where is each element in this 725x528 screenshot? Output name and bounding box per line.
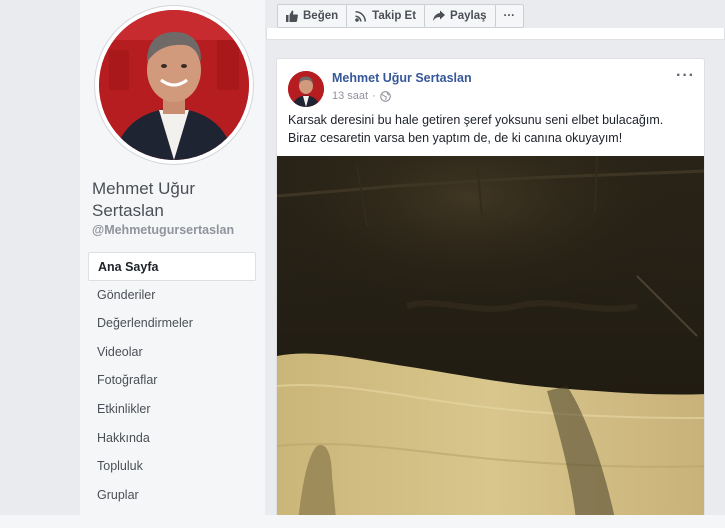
nav-item-community[interactable]: Topluluk	[88, 452, 256, 481]
composer-card-bottom	[266, 28, 725, 40]
share-button[interactable]: Paylaş	[425, 5, 496, 27]
rss-icon	[355, 11, 367, 22]
page-action-bar: Beğen Takip Et Paylaş ···	[277, 4, 524, 28]
post-author-avatar[interactable]	[288, 71, 324, 107]
post-timestamp[interactable]: 13 saat	[332, 90, 368, 102]
like-label: Beğen	[303, 10, 339, 22]
nav-item-videos[interactable]: Videolar	[88, 338, 256, 367]
nav-item-reviews[interactable]: Değerlendirmeler	[88, 309, 256, 338]
bottom-strip	[0, 515, 725, 528]
post-author-portrait	[288, 71, 324, 107]
nav-item-photos[interactable]: Fotoğraflar	[88, 366, 256, 395]
nav-item-groups[interactable]: Gruplar	[88, 481, 256, 510]
more-dots-icon: ···	[503, 10, 516, 22]
more-actions-button[interactable]: ···	[496, 5, 524, 27]
page-handle[interactable]: @Mehmetugursertaslan	[92, 223, 234, 237]
share-arrow-icon	[433, 10, 446, 21]
follow-button[interactable]: Takip Et	[347, 5, 426, 27]
night-creek-photo	[277, 156, 704, 527]
post-message-line-1: Karsak deresini bu hale getiren şeref yo…	[288, 113, 664, 127]
globe-icon[interactable]	[379, 90, 391, 102]
nav-item-about[interactable]: Hakkında	[88, 424, 256, 453]
post-photo[interactable]	[277, 156, 704, 527]
post-options-button[interactable]: ···	[676, 67, 695, 85]
page-name[interactable]: Mehmet Uğur Sertaslan	[92, 178, 262, 222]
like-button[interactable]: Beğen	[278, 5, 348, 27]
post-message-line-2: Biraz cesaretin varsa ben yaptım de, de …	[288, 131, 623, 145]
profile-portrait-image	[99, 10, 249, 160]
nav-item-events[interactable]: Etkinlikler	[88, 395, 256, 424]
nav-item-posts[interactable]: Gönderiler	[88, 281, 256, 310]
profile-picture[interactable]	[99, 10, 249, 160]
follow-label: Takip Et	[372, 10, 417, 22]
post-meta: 13 saat ·	[332, 90, 391, 102]
thumbs-up-icon	[286, 10, 298, 22]
nav-item-home[interactable]: Ana Sayfa	[88, 252, 256, 281]
meta-separator: ·	[372, 90, 376, 102]
post-author-name[interactable]: Mehmet Uğur Sertaslan	[332, 71, 472, 85]
share-label: Paylaş	[450, 10, 487, 22]
post-card: Mehmet Uğur Sertaslan 13 saat · ··· Kars…	[276, 58, 705, 528]
page-nav: Ana Sayfa Gönderiler Değerlendirmeler Vi…	[88, 252, 256, 509]
post-message: Karsak deresini bu hale getiren şeref yo…	[288, 111, 698, 147]
